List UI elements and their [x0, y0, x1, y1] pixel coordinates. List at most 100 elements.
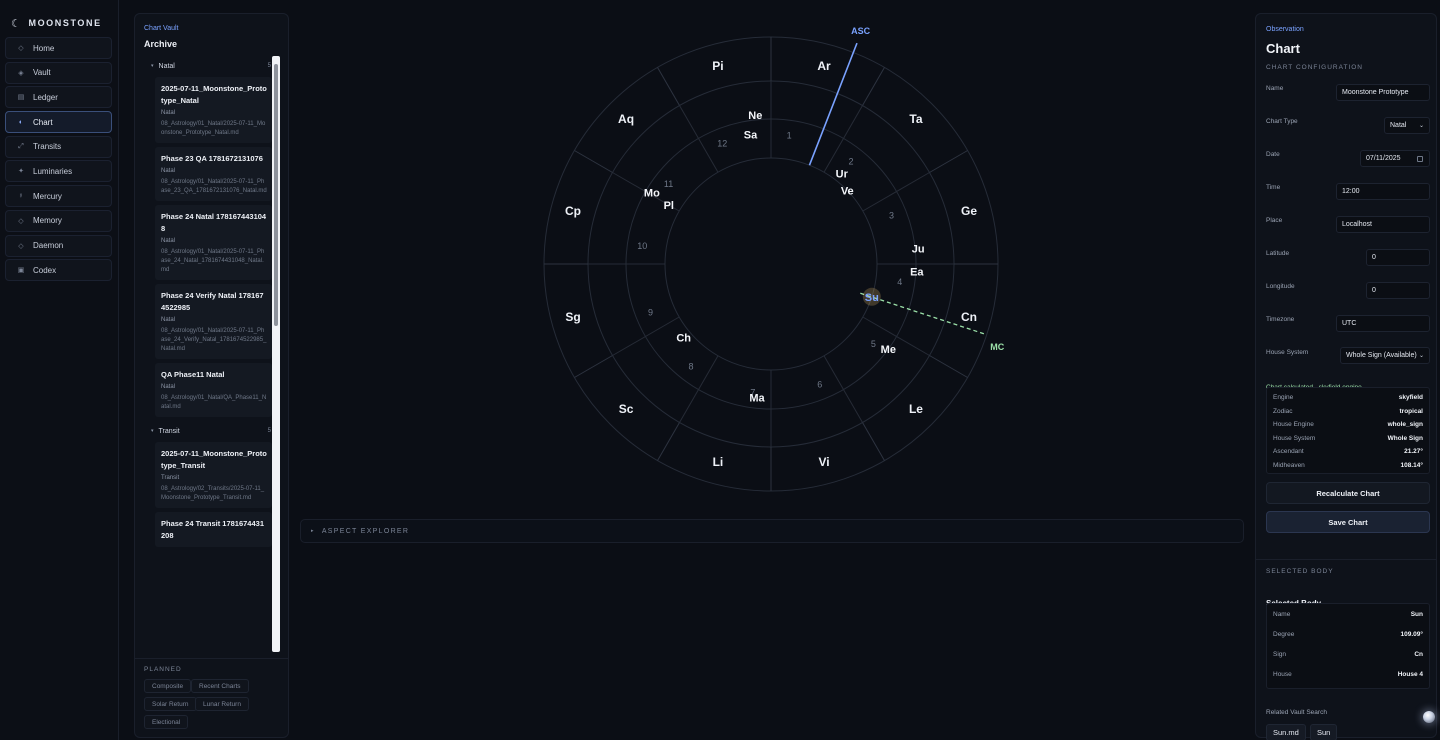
kv-value: House 4: [1397, 671, 1423, 678]
house-divider: [679, 355, 719, 423]
save-chart-button[interactable]: Save Chart: [1266, 511, 1430, 533]
nav-item-memory[interactable]: ◇ Memory: [5, 209, 112, 232]
nav-item-vault[interactable]: ◈ Vault: [5, 61, 112, 84]
timezone-input[interactable]: UTC: [1336, 315, 1430, 332]
kv-value: Cn: [1414, 651, 1423, 658]
card-title: Phase 24 Verify Natal 1781674522985: [161, 291, 264, 312]
kv-value: skyfield: [1398, 394, 1423, 401]
main-nav: ☾ MOONSTONE ◇ Home ◈ Vault ▤ Ledger ◐ Chart ⤢ Tra…: [0, 0, 119, 740]
nav-item-transits[interactable]: ⤢ Transits: [5, 135, 112, 158]
sign-label-pi: Pi: [712, 59, 723, 73]
kv-row: Midheaven 108.14°: [1273, 462, 1423, 469]
sign-divider: [862, 422, 885, 461]
group-count: 5: [267, 428, 271, 434]
planet-ea[interactable]: Ea: [910, 267, 924, 279]
house-number-8: 8: [688, 361, 693, 371]
planet-ch[interactable]: Ch: [676, 332, 691, 344]
archive-group-natal[interactable]: ▾ Natal 5: [143, 58, 280, 74]
house-divider: [862, 172, 930, 212]
house-divider: [823, 355, 863, 423]
nav-item-codex[interactable]: ▣ Codex: [5, 259, 112, 282]
latitude-input[interactable]: 0: [1366, 249, 1430, 266]
sign-label-ge: Ge: [961, 204, 977, 218]
planet-pl[interactable]: Pl: [664, 200, 674, 212]
kv-value: whole_sign: [1387, 421, 1423, 429]
archive-scrollbar-thumb[interactable]: [274, 64, 278, 326]
nav-item-daemon[interactable]: ◇ Daemon: [5, 234, 112, 257]
date-input[interactable]: 07/11/2025: [1360, 150, 1430, 167]
vault-icon: ◈: [18, 69, 24, 77]
planet-sa[interactable]: Sa: [744, 130, 758, 142]
house-number-11: 11: [664, 179, 673, 189]
kv-row: House System Whole Sign: [1273, 435, 1423, 442]
time-input[interactable]: 12:00: [1336, 183, 1430, 200]
planet-me[interactable]: Me: [881, 344, 896, 356]
kv-row: Engine skyfield: [1273, 394, 1423, 401]
related-vault-search-label: Related Vault Search: [1266, 709, 1327, 716]
calendar-icon[interactable]: [1417, 155, 1423, 162]
caret-right-icon: ▸: [311, 528, 315, 534]
planet-su[interactable]: Su: [865, 292, 879, 304]
home-icon: ◇: [18, 45, 24, 52]
archive-title: Archive: [144, 39, 178, 49]
archive-card[interactable]: 2025-07-11_Moonstone_Prototype_Natal Nata…: [155, 77, 272, 143]
nav-item-chart[interactable]: ◐ Chart: [5, 111, 112, 134]
planned-chip-composite: Composite: [144, 679, 192, 693]
nav-item-luminaries[interactable]: ✦ Luminaries: [5, 160, 112, 183]
house-system-label: House System: [1266, 349, 1309, 356]
archive-list[interactable]: ▾ Natal 5 2025-07-11_Moonstone_Prototype_Na…: [143, 56, 280, 652]
archive-scrollbar[interactable]: [272, 56, 280, 652]
related-chip-sun[interactable]: Sun: [1310, 724, 1338, 740]
card-path: 08_Astrology/01_Natal/2025-07-11_Phase_2…: [161, 328, 267, 352]
chart-wheel[interactable]: ArTaGeCnLeViLiScSgCpAqPi123456789101112A…: [290, 0, 1252, 510]
planet-ur[interactable]: Ur: [836, 168, 849, 180]
house-divider: [823, 105, 863, 173]
longitude-label: Longitude: [1266, 283, 1295, 290]
archive-card[interactable]: Phase 23 QA 1781672131076 Natal 08_Astrolo…: [155, 147, 272, 201]
house-system-select[interactable]: Whole Sign (Available) ⌄: [1340, 347, 1430, 364]
card-title: Phase 24 Transit 1781674431208: [161, 519, 264, 540]
nav-item-label: Chart: [33, 117, 53, 127]
aspect-explorer-toggle[interactable]: ▸ ASPECT EXPLORER: [300, 519, 1244, 543]
longitude-input[interactable]: 0: [1366, 282, 1430, 299]
group-label: Natal: [158, 62, 175, 70]
place-input[interactable]: Localhost: [1336, 216, 1430, 233]
archive-card[interactable]: 2025-07-11_Moonstone_Prototype_Transit Tr…: [155, 442, 272, 508]
nav-item-label: Codex: [33, 265, 57, 275]
planet-ve[interactable]: Ve: [841, 185, 854, 197]
archive-card[interactable]: Phase 24 Transit 1781674431208: [155, 512, 272, 547]
group-count: 5: [267, 63, 271, 69]
archive-group-transit[interactable]: ▾ Transit 5: [143, 423, 280, 439]
related-chip-sun-md[interactable]: Sun.md: [1266, 724, 1306, 740]
nav-list: ◇ Home ◈ Vault ▤ Ledger ◐ Chart ⤢ Transits ✦ Lumina…: [5, 37, 112, 284]
planet-ne[interactable]: Ne: [748, 110, 762, 122]
assistant-orb-icon[interactable]: [1423, 711, 1435, 723]
recalculate-chart-button[interactable]: Recalculate Chart: [1266, 482, 1430, 504]
planet-mo[interactable]: Mo: [644, 187, 660, 199]
archive-card[interactable]: Phase 24 Natal 1781674431048 Natal 08_Astr…: [155, 205, 272, 280]
aspect-explorer-label: ASPECT EXPLORER: [321, 527, 410, 535]
nav-item-mercury[interactable]: ☿ Mercury: [5, 185, 112, 208]
kv-key: Engine: [1273, 394, 1294, 401]
nav-item-home[interactable]: ◇ Home: [5, 37, 112, 59]
planet-ma[interactable]: Ma: [749, 392, 765, 404]
name-input[interactable]: Moonstone Prototype: [1336, 84, 1430, 101]
selected-body-section-label: SELECTED BODY: [1266, 568, 1334, 575]
caret-icon: ▾: [151, 428, 154, 434]
brand: ☾ MOONSTONE: [0, 0, 118, 34]
card-path: 08_Astrology/02_Transits/2025-07-11_Moon…: [161, 486, 265, 501]
chart-type-select[interactable]: Natal ⌄: [1384, 117, 1430, 134]
archive-card[interactable]: Phase 24 Verify Natal 1781674522985 Natal…: [155, 284, 272, 359]
nav-item-ledger[interactable]: ▤ Ledger: [5, 86, 112, 109]
house-number-3: 3: [889, 210, 894, 220]
nav-item-label: Daemon: [33, 241, 64, 250]
planned-chip-lunar-return: Lunar Return: [195, 697, 249, 711]
house-number-10: 10: [637, 241, 647, 251]
house-divider: [612, 316, 680, 356]
date-value: 07/11/2025: [1366, 155, 1401, 162]
card-path: 08_Astrology/01_Natal/2025-07-11_Moonsto…: [161, 121, 266, 136]
planet-ju[interactable]: Ju: [912, 244, 925, 256]
archive-card[interactable]: QA Phase11 Natal Natal 08_Astrology/01_Nat…: [155, 363, 272, 417]
nav-item-label: Ledger: [33, 92, 58, 102]
nav-item-label: Luminaries: [33, 166, 73, 176]
